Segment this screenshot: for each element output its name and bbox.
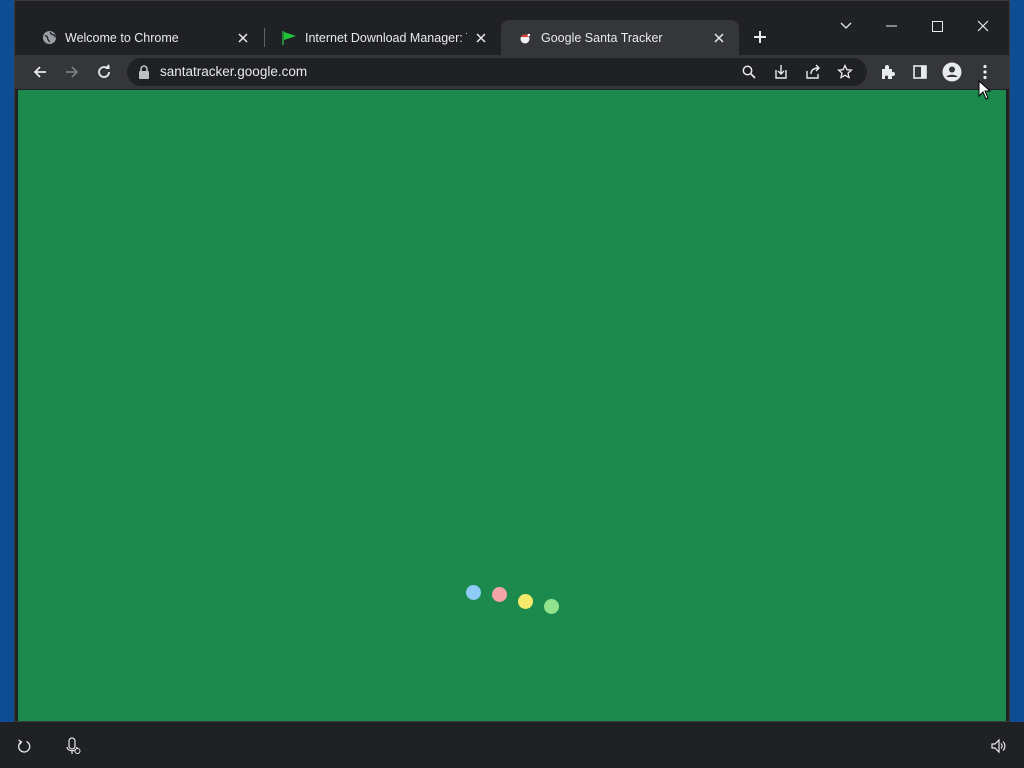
mouse-cursor-icon [978,80,992,100]
tab-title: Google Santa Tracker [541,30,663,45]
taskbar [0,722,1024,768]
desktop-background-right [1010,0,1024,722]
minimize-button[interactable] [878,13,904,39]
tab-title: Welcome to Chrome [65,30,179,45]
forward-button[interactable] [60,60,84,84]
new-tab-button[interactable] [747,24,773,50]
share-icon[interactable] [803,62,823,82]
close-tab-icon[interactable] [235,30,251,46]
tab-search-chevron-down-icon[interactable] [833,13,859,39]
input-device-icon[interactable] [63,736,83,756]
lock-icon[interactable] [137,64,153,80]
tab-internet-download-manager[interactable]: Internet Download Manager: The [265,20,501,55]
loading-dot [518,594,533,609]
page-content[interactable] [18,90,1006,721]
loading-dot [492,587,507,602]
bookmark-star-icon[interactable] [835,62,855,82]
globe-icon [41,30,57,46]
side-panel-icon[interactable] [908,60,932,84]
profile-avatar-icon[interactable] [940,60,964,84]
maximize-button[interactable] [924,13,950,39]
power-icon[interactable] [14,736,34,756]
omnibox[interactable] [127,58,867,86]
tab-title: Internet Download Manager: The [305,30,467,45]
tab-google-santa-tracker[interactable]: Google Santa Tracker [501,20,739,55]
green-flag-icon [281,30,297,46]
tab-strip: Welcome to Chrome Internet Download Mana… [15,1,1009,55]
browser-toolbar [15,55,1009,89]
browser-window: Welcome to Chrome Internet Download Mana… [14,0,1010,722]
speaker-volume-icon[interactable] [988,736,1008,756]
desktop-background-left [0,0,14,722]
extensions-puzzle-icon[interactable] [876,60,900,84]
close-tab-icon[interactable] [711,30,727,46]
close-window-button[interactable] [970,13,996,39]
santa-icon [517,30,533,46]
tab-welcome-to-chrome[interactable]: Welcome to Chrome [25,20,263,55]
address-input[interactable] [160,58,720,86]
loading-dot [544,599,559,614]
back-button[interactable] [28,60,52,84]
search-icon[interactable] [739,62,759,82]
close-tab-icon[interactable] [473,30,489,46]
install-app-icon[interactable] [771,62,791,82]
loading-dot [466,585,481,600]
reload-button[interactable] [92,60,116,84]
